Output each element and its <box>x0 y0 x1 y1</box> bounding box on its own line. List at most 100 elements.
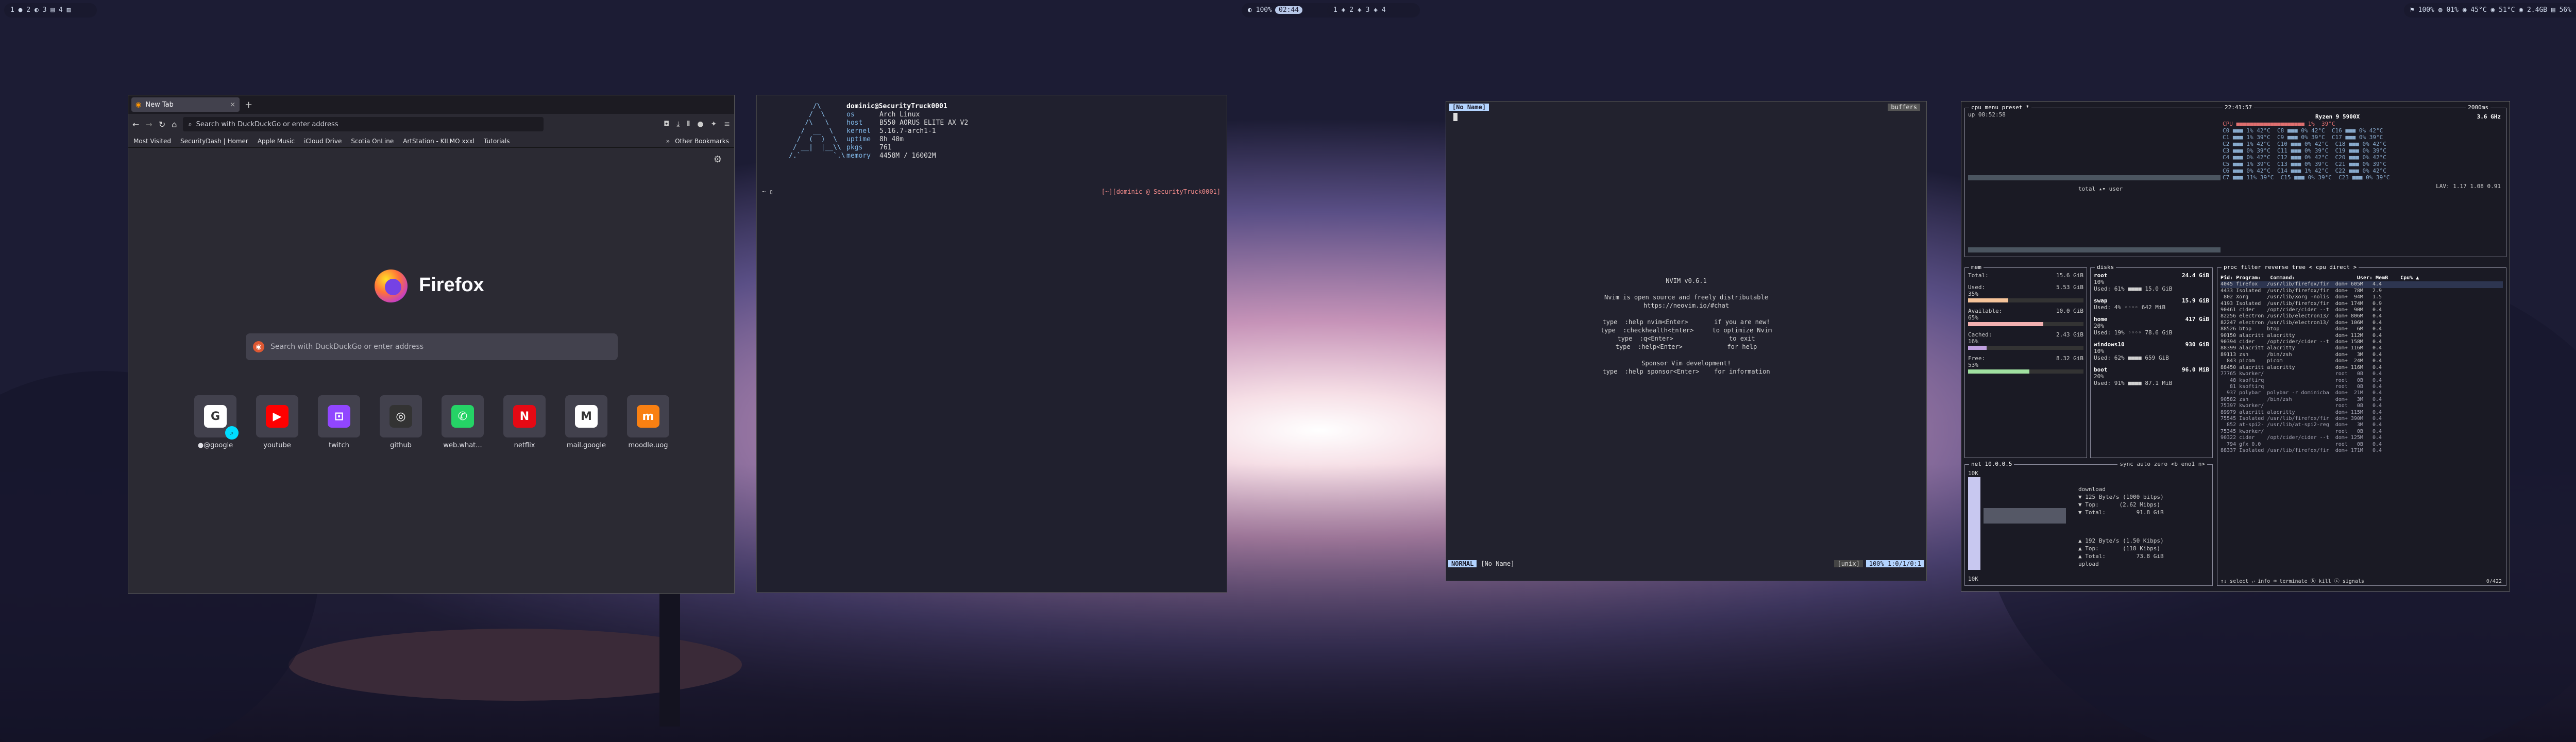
workspace-indicator[interactable]: 1 ● 2 ◐ 3 ▤ 4 ▨ <box>4 3 97 18</box>
disk-size: 24.4 GiB <box>2182 272 2209 279</box>
status-pill-center-right[interactable]: 1 ◈ 2 ◈ 3 ◈ 4 <box>1327 3 1420 18</box>
tab-new-tab[interactable]: ◉ New Tab × <box>131 97 240 112</box>
top-site[interactable]: ◎ github <box>380 395 422 449</box>
btop-window[interactable]: cpu menu preset * 22:41:57 2000ms up 08:… <box>1961 101 2510 592</box>
proc-row[interactable]: 89113 zsh /bin/zsh dom+ 3M 0.4 <box>2221 352 2503 358</box>
proc-row[interactable]: 77765 kworker/ root 0B 0.4 <box>2221 371 2503 377</box>
top-site-tile[interactable]: G ⌕ <box>194 395 239 440</box>
proc-columns: Pid: Program: Command: User: MemB Cpu% ▲ <box>2221 275 2419 281</box>
other-bookmarks[interactable]: Other Bookmarks <box>675 138 729 145</box>
top-site[interactable]: ⊡ twitch <box>318 395 360 449</box>
top-site[interactable]: ✆ web.what... <box>442 395 484 449</box>
update-interval[interactable]: 2000ms <box>2466 104 2490 111</box>
top-site[interactable]: ▶ youtube <box>256 395 298 449</box>
top-site-tile[interactable]: ◎ <box>380 395 422 437</box>
library-icon[interactable]: ⫴ <box>687 120 690 128</box>
top-site[interactable]: Mmail.google <box>565 395 607 449</box>
disk-row: root 24.4 GiB 10% Used: 61% ■■■■ 15.0 GiB <box>2094 272 2209 292</box>
reload-icon[interactable]: ↻ <box>159 120 165 129</box>
top-site[interactable]: m moodle.uog <box>627 395 669 449</box>
proc-row[interactable]: 4433 Isolated /usr/lib/firefox/fir dom+ … <box>2221 288 2503 294</box>
cpu-graph <box>1968 175 2221 180</box>
firefox-window[interactable]: ◉ New Tab × + ← → ↻ ⌂ ⌕ Search with Duck… <box>128 95 735 594</box>
bookmark-item[interactable]: Apple Music <box>258 138 295 145</box>
top-site[interactable]: Nnetflix <box>503 395 546 449</box>
pocket-icon[interactable]: ◘ <box>664 120 669 128</box>
clock: 22:41:57 <box>2223 104 2254 111</box>
new-tab-button[interactable]: + <box>245 99 252 110</box>
proc-row[interactable]: 90394 cider /opt/cider/cider --t dom+ 15… <box>2221 339 2503 345</box>
proc-row[interactable]: 75545 Isolated /usr/lib/firefox/fir dom+… <box>2221 416 2503 422</box>
proc-row[interactable]: 794 gfx_0.0 root 0B 0.4 <box>2221 442 2503 448</box>
home-icon[interactable]: ⌂ <box>172 120 177 129</box>
new-tab-search-input[interactable]: ◉ Search with DuckDuckGo or enter addres… <box>246 333 618 360</box>
mem-row-line: Used: 5.53 GiB <box>1968 284 2083 291</box>
extensions-icon[interactable]: ✦ <box>711 120 717 128</box>
shell-prompt[interactable]: ~ ▯ [~][dominic @ SecurityTruck0001] <box>762 188 1221 195</box>
bookmark-item[interactable]: ArtStation - KILMO xxxl <box>403 138 474 145</box>
mem-value: 5.53 GiB <box>2056 284 2083 291</box>
arch-logo-icon: /\ / \ /\ \ / __ \ / ( ) \ / __| |__\\ /… <box>789 103 845 160</box>
bookmark-item[interactable]: Scotia OnLine <box>351 138 394 145</box>
proc-row[interactable]: 82256 electron /usr/lib/electron13/ dom+… <box>2221 313 2503 319</box>
account-icon[interactable]: ● <box>697 120 703 128</box>
bookmark-item[interactable]: Most Visited <box>133 138 171 145</box>
proc-row[interactable]: 90150 alacritt alacritty dom+ 112M 0.4 <box>2221 333 2503 339</box>
site-icon: m <box>637 405 659 428</box>
site-icon: N <box>513 405 536 428</box>
top-site-tile[interactable]: m <box>627 395 669 437</box>
neovim-window[interactable]: [No Name] buffers NVIM v0.6.1 Nvim is op… <box>1446 101 1927 581</box>
top-site-tile[interactable]: M <box>565 395 607 437</box>
proc-row[interactable]: 89979 alacritt alacritty dom+ 115M 0.4 <box>2221 410 2503 416</box>
proc-row[interactable]: 802 Xorg /usr/lib/Xorg -nolis dom+ 94M 1… <box>2221 294 2503 300</box>
overflow-chevron-icon[interactable]: » <box>666 138 670 145</box>
proc-row[interactable]: 75397 kworker/ root 0B 0.4 <box>2221 403 2503 409</box>
proc-row[interactable]: 4045 firefox /usr/lib/firefox/fir dom+ 6… <box>2221 281 2503 288</box>
proc-row[interactable]: 90322 cider /opt/cider/cider --t dom+ 12… <box>2221 435 2503 441</box>
proc-row[interactable]: 88399 alacritt alacritty dom+ 116M 0.4 <box>2221 345 2503 351</box>
proc-row[interactable]: 88450 alacritt alacritty dom+ 116M 0.4 <box>2221 365 2503 371</box>
top-site[interactable]: G ⌕ ●@google <box>194 395 239 449</box>
top-site-tile[interactable]: ▶ <box>256 395 298 437</box>
back-icon[interactable]: ← <box>132 120 139 129</box>
cpu-menu[interactable]: menu preset * <box>1985 104 2029 111</box>
proc-row[interactable]: 843 picom picom dom+ 24M 0.4 <box>2221 358 2503 364</box>
proc-row[interactable]: 937 polybar polybar -r dominicba dom+ 21… <box>2221 390 2503 396</box>
mem-label: Available: <box>1968 308 2003 314</box>
proc-row[interactable]: 90461 cider /opt/cider/cider --t dom+ 90… <box>2221 307 2503 313</box>
proc-row[interactable]: 75345 kworker/ root 0B 0.4 <box>2221 429 2503 435</box>
net-download-line: ▼ Top: (2.62 Mibps) <box>2078 501 2160 508</box>
proc-row[interactable]: 88337 Isolated /usr/lib/firefox/fir dom+… <box>2221 448 2503 454</box>
disk-name: swap <box>2094 297 2108 304</box>
mem-row: Available: 10.0 GiB 65% <box>1968 308 2083 326</box>
proc-controls[interactable]: filter reverse tree < cpu direct > <box>2241 264 2357 271</box>
net-controls[interactable]: sync auto zero <b eno1 n> <box>2117 461 2207 467</box>
process-list[interactable]: Pid: Program: Command: User: MemB Cpu% ▲… <box>2221 275 2503 454</box>
net-download-line: download <box>2078 486 2106 493</box>
proc-row[interactable]: 852 at-spi2- /usr/lib/at-spi2-reg dom+ 3… <box>2221 422 2503 428</box>
proc-row[interactable]: 81 ksoftirq root 0B 0.4 <box>2221 384 2503 390</box>
proc-row[interactable]: 88526 btop btop dom+ 6M 0.4 <box>2221 326 2503 332</box>
downloads-icon[interactable]: ⤓ <box>676 120 680 128</box>
mode-indicator: NORMAL <box>1448 560 1477 567</box>
menu-icon[interactable]: ≡ <box>724 120 730 128</box>
bookmark-item[interactable]: iCloud Drive <box>304 138 342 145</box>
mem-value: 8.32 GiB <box>2056 355 2083 362</box>
text-cursor <box>1453 113 1458 121</box>
neofetch-info: dominic@SecurityTruck0001 os Arch Linux h… <box>846 103 968 160</box>
nvim-tab[interactable]: [No Name] <box>1449 104 1489 111</box>
proc-row[interactable]: 48 ksoftirq root 0B 0.4 <box>2221 378 2503 384</box>
forward-icon[interactable]: → <box>145 120 152 129</box>
top-site-tile[interactable]: N <box>503 395 546 437</box>
bookmark-item[interactable]: Tutorials <box>484 138 510 145</box>
proc-row[interactable]: 90582 zsh /bin/zsh dom+ 3M 0.4 <box>2221 397 2503 403</box>
top-site-tile[interactable]: ⊡ <box>318 395 360 437</box>
neofetch-terminal[interactable]: /\ / \ /\ \ / __ \ / ( ) \ / __| |__\\ /… <box>756 95 1227 593</box>
close-tab-icon[interactable]: × <box>230 101 235 109</box>
url-bar[interactable]: ⌕ Search with DuckDuckGo or enter addres… <box>183 117 544 131</box>
proc-row[interactable]: 4193 Isolated /usr/lib/firefox/fir dom+ … <box>2221 301 2503 307</box>
gear-icon[interactable]: ⚙ <box>714 154 722 165</box>
bookmark-item[interactable]: SecurityDash | Homer <box>180 138 248 145</box>
proc-row[interactable]: 82247 electron /usr/lib/electron13/ dom+… <box>2221 320 2503 326</box>
top-site-tile[interactable]: ✆ <box>442 395 484 437</box>
